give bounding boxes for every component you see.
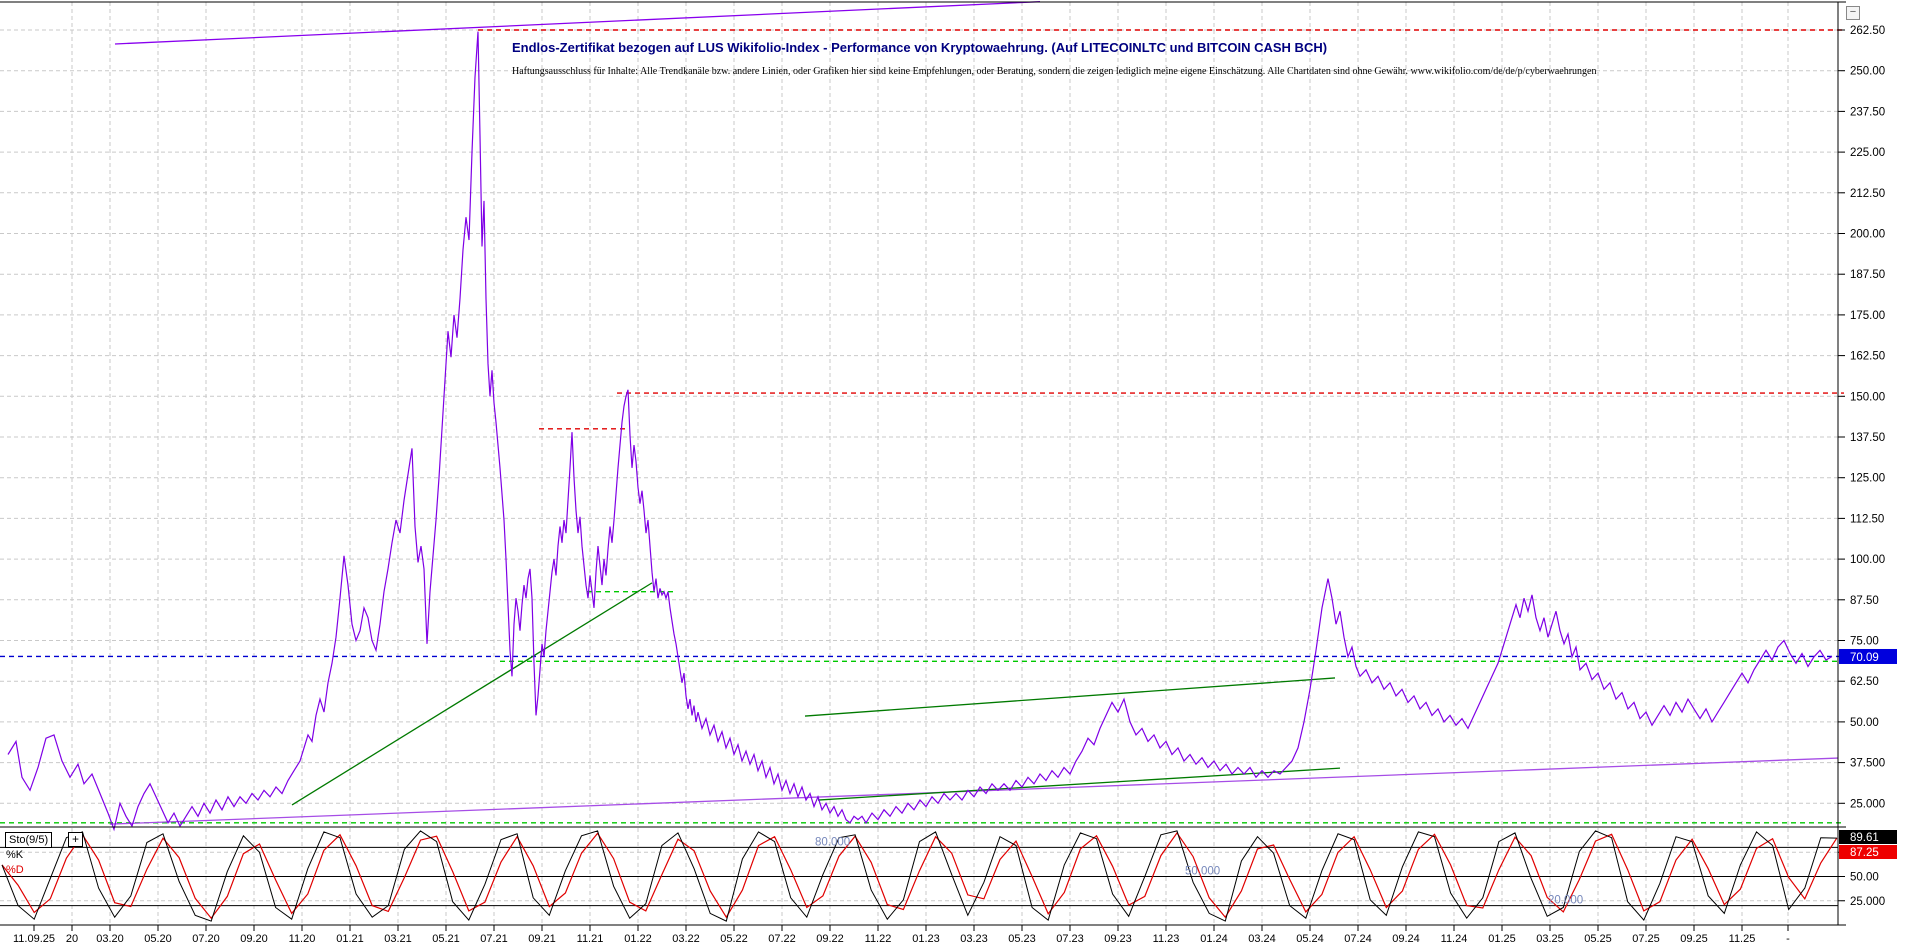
y-axis-label: 125.00 <box>1850 473 1885 485</box>
x-axis-label: 03.25 <box>1536 933 1564 945</box>
y-axis-label: 75.00 <box>1850 636 1879 648</box>
sub-y-axis-label: 25.000 <box>1850 896 1885 908</box>
x-axis-label: 05.23 <box>1008 933 1036 945</box>
chart-title: Endlos-Zertifikat bezogen auf LUS Wikifo… <box>512 40 1327 55</box>
stochastic-level-caption: 50.000 <box>1185 866 1220 878</box>
x-axis-label: 11.21 <box>577 933 604 945</box>
stochastic-indicator-label[interactable]: Sto(9/5) <box>5 832 52 848</box>
x-axis-label: 01.22 <box>624 933 652 945</box>
x-axis-label: 09.25 <box>1680 933 1708 945</box>
x-axis-label: 11.23 <box>1153 933 1180 945</box>
x-axis-label: 11.24 <box>1441 933 1468 945</box>
d-value-tag-label: 87.25 <box>1850 847 1879 859</box>
y-axis-label: 250.00 <box>1850 66 1885 78</box>
y-axis-label: 37.500 <box>1850 758 1885 770</box>
stochastic-level-caption: 20.000 <box>1548 895 1583 907</box>
price-line <box>8 32 1832 830</box>
y-axis-label: 100.00 <box>1850 554 1885 566</box>
upper-wedge-line <box>115 2 1040 44</box>
y-axis-label: 262.50 <box>1850 25 1885 37</box>
chart-disclaimer: Haftungsausschluss für Inhalte: Alle Tre… <box>512 66 1597 77</box>
x-axis-label: 03.21 <box>384 933 412 945</box>
x-axis-label: 05.22 <box>720 933 748 945</box>
y-axis-label: 237.50 <box>1850 106 1885 118</box>
x-axis-label: 07.25 <box>1632 933 1660 945</box>
panel-borders <box>0 2 1846 925</box>
y-axis-label: 137.50 <box>1850 432 1885 444</box>
x-axis-label: 11.20 <box>289 933 316 945</box>
y-axis-label: 187.50 <box>1850 269 1885 281</box>
sub-y-axis-label: 50.00 <box>1850 872 1879 884</box>
chart-window: 262.50 250.00 237.50 225.00 212.50 200.00 187.… <box>0 0 1916 948</box>
uptrend-2020-2021 <box>292 583 652 805</box>
x-axis-label: 09.24 <box>1392 933 1420 945</box>
x-axis-label: 09.22 <box>816 933 844 945</box>
y-axis-label: 87.50 <box>1850 595 1879 607</box>
k-value-tag-label: 89.61 <box>1850 832 1879 844</box>
x-axis-label: - <box>1786 933 1790 945</box>
x-axis-label: 07.21 <box>480 933 508 945</box>
x-axis-label: 01.23 <box>912 933 940 945</box>
x-axis-label: 11.22 <box>865 933 892 945</box>
stochastic-k-legend: %K <box>6 849 23 861</box>
x-axis-label: 07.20 <box>192 933 220 945</box>
x-axis-label: 03.24 <box>1248 933 1276 945</box>
add-indicator-icon[interactable]: + <box>68 832 83 847</box>
x-axis-label: 09.23 <box>1104 933 1132 945</box>
x-axis-label: 05.24 <box>1296 933 1324 945</box>
current-price-tag-label: 70.09 <box>1850 652 1879 664</box>
grid-lines <box>0 2 1846 925</box>
x-axis-label: 11.09.25 <box>13 933 55 945</box>
y-axis-label: 162.50 <box>1850 351 1885 363</box>
stochastic-d-legend: %D <box>6 864 24 876</box>
trend-lines <box>110 2 1838 824</box>
x-axis-label: 20 <box>66 933 78 945</box>
x-axis-label: 11.25 <box>1729 933 1756 945</box>
horizontal-level-lines <box>0 30 1844 823</box>
y-axis-label: 112.50 <box>1850 513 1884 525</box>
x-axis-label: 03.20 <box>96 933 124 945</box>
chart-plot-area[interactable]: 262.50 250.00 237.50 225.00 212.50 200.00 187.… <box>0 0 1916 948</box>
x-axis-label: 07.23 <box>1056 933 1084 945</box>
x-axis-label: 07.22 <box>768 933 796 945</box>
y-axis-label: 175.00 <box>1850 310 1885 322</box>
stochastic-level-caption: 80.000 <box>815 836 850 848</box>
price-series <box>8 32 1832 830</box>
x-axis-label: 09.20 <box>240 933 268 945</box>
y-axis-label: 150.00 <box>1850 391 1885 403</box>
x-axis-label: 01.21 <box>336 933 364 945</box>
x-axis-label: 05.25 <box>1584 933 1612 945</box>
x-axis-label: 03.23 <box>960 933 988 945</box>
x-axis-label: 01.25 <box>1488 933 1516 945</box>
x-axis-label: 09.21 <box>528 933 556 945</box>
x-axis-label: 07.24 <box>1344 933 1372 945</box>
x-axis-label: 05.20 <box>144 933 172 945</box>
x-axis-label: 01.24 <box>1200 933 1228 945</box>
y-axis-label: 25.000 <box>1850 798 1885 810</box>
y-axis-label: 62.50 <box>1850 676 1879 688</box>
y-axis-label: 200.00 <box>1850 229 1885 241</box>
y-axis-label: 50.00 <box>1850 717 1879 729</box>
x-axis-label: 05.21 <box>432 933 460 945</box>
collapse-icon[interactable]: − <box>1846 6 1860 20</box>
x-axis: 11.09.25 20 03.20 05.20 07.20 09.20 11.20 01.21… <box>13 925 1790 945</box>
x-axis-label: 03.22 <box>672 933 700 945</box>
y-axis-label: 225.00 <box>1850 147 1885 159</box>
y-axis-right: 262.50 250.00 237.50 225.00 212.50 200.00 187.… <box>815 25 1885 908</box>
y-axis-label: 212.50 <box>1850 188 1885 200</box>
